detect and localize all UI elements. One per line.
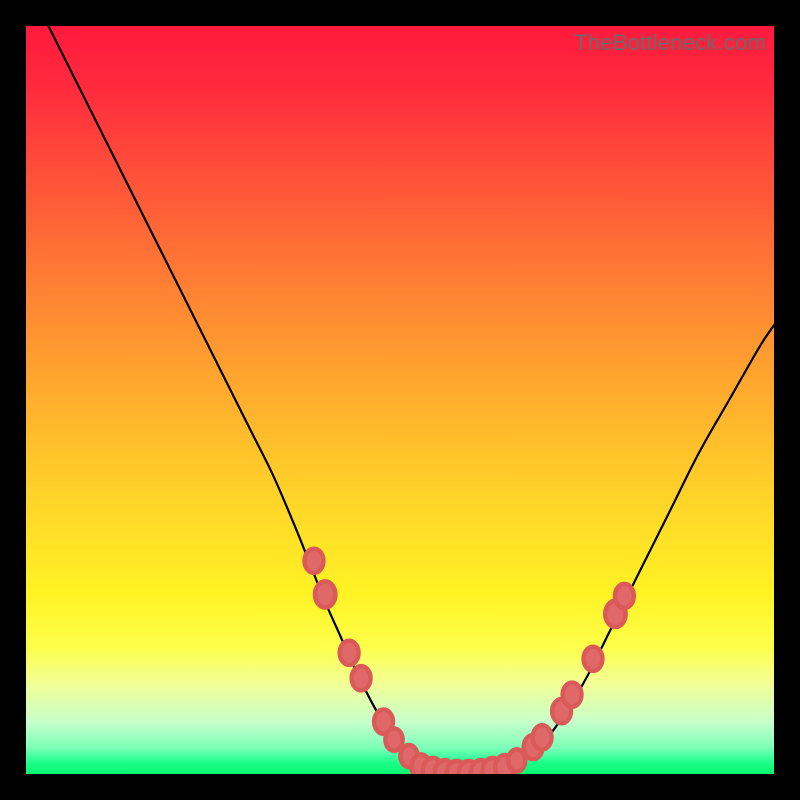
marker-group xyxy=(305,549,634,774)
curve-marker xyxy=(315,581,335,607)
curve-marker xyxy=(352,666,371,690)
curve-marker xyxy=(385,728,402,750)
curve-marker xyxy=(305,549,324,573)
plot-area: TheBottleneck.com xyxy=(26,26,774,774)
chart-svg xyxy=(26,26,774,774)
chart-frame: TheBottleneck.com xyxy=(0,0,800,800)
curve-marker xyxy=(615,584,634,608)
curve-marker xyxy=(584,647,603,671)
curve-marker xyxy=(533,725,552,749)
curve-marker xyxy=(563,683,582,707)
curve-marker xyxy=(340,641,359,665)
bottleneck-curve xyxy=(48,26,774,774)
